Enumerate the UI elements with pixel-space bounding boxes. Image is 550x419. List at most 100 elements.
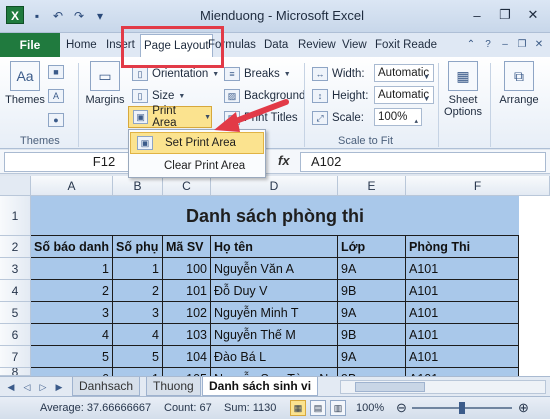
table-cell[interactable]: 3 (113, 302, 163, 324)
print-area-button[interactable]: ▣ Print Area ▼ (128, 105, 212, 129)
colors-button[interactable]: ■ (48, 63, 64, 81)
sheet-tab-danhsach[interactable]: Danhsach (72, 377, 141, 396)
collapse-ribbon-icon[interactable]: ⌃ (464, 37, 478, 51)
redo-icon[interactable]: ↷ (70, 7, 88, 25)
zoom-level[interactable]: 100% (356, 402, 384, 414)
column-header-f[interactable]: F (406, 176, 550, 196)
table-cell[interactable]: 3 (31, 302, 113, 324)
last-sheet-icon[interactable]: ▶ (52, 380, 66, 394)
page-break-view-icon[interactable]: ▥ (330, 400, 346, 416)
tab-file[interactable]: File (0, 33, 60, 57)
row-header[interactable]: 2 (0, 236, 31, 258)
column-header-d[interactable]: D (211, 176, 338, 196)
table-cell[interactable]: 2 (31, 280, 113, 302)
zoom-out-icon[interactable]: ⊖ (396, 400, 407, 416)
sheet-title-cell[interactable]: Danh sách phòng thi (31, 196, 519, 236)
prev-sheet-icon[interactable]: ◁ (20, 380, 34, 394)
table-cell[interactable]: 1 (113, 258, 163, 280)
close-button[interactable]: ✕ (520, 5, 546, 25)
tab-data[interactable]: Data (264, 33, 288, 57)
table-cell[interactable]: Đỗ Duy V (211, 280, 338, 302)
table-cell[interactable]: 9B (338, 324, 406, 346)
table-header-cell[interactable]: Số phụ (113, 236, 163, 258)
formula-input[interactable]: A102 (300, 152, 546, 172)
table-cell[interactable]: Nguyễn Thế M (211, 324, 338, 346)
scale-input[interactable]: 100% ▴ (374, 108, 422, 126)
tab-home[interactable]: Home (66, 33, 97, 57)
table-cell[interactable]: 102 (163, 302, 211, 324)
row-header[interactable]: 5 (0, 302, 31, 324)
table-cell[interactable]: 104 (163, 346, 211, 368)
table-cell[interactable]: Nguyễn Văn A (211, 258, 338, 280)
table-cell[interactable]: 101 (163, 280, 211, 302)
table-header-cell[interactable]: Mã SV (163, 236, 211, 258)
fonts-button[interactable]: A (48, 87, 64, 105)
row-header[interactable]: 1 (0, 196, 31, 236)
effects-button[interactable]: ● (48, 111, 64, 129)
table-cell[interactable]: 1 (31, 258, 113, 280)
normal-view-icon[interactable]: ▦ (290, 400, 306, 416)
clear-print-area-item[interactable]: Clear Print Area (130, 155, 264, 177)
fx-icon[interactable]: fx (278, 153, 290, 168)
height-select[interactable]: Automatic ▼ (374, 86, 434, 104)
row-header[interactable]: 7 (0, 346, 31, 368)
table-cell[interactable]: 4 (113, 324, 163, 346)
save-icon[interactable]: ▪ (28, 7, 46, 25)
page-layout-view-icon[interactable]: ▤ (310, 400, 326, 416)
close-icon[interactable]: ✕ (532, 37, 546, 51)
table-cell[interactable]: 5 (31, 346, 113, 368)
excel-app-icon[interactable]: X (6, 6, 24, 24)
table-cell[interactable]: 9A (338, 302, 406, 324)
min-icon[interactable]: – (498, 37, 512, 51)
first-sheet-icon[interactable]: ◀ (4, 380, 18, 394)
row-header[interactable]: 6 (0, 324, 31, 346)
table-cell[interactable]: A101 (406, 280, 519, 302)
table-cell[interactable]: 5 (113, 346, 163, 368)
select-all-corner[interactable] (0, 176, 31, 196)
table-header-cell[interactable]: Phòng Thi (406, 236, 519, 258)
tab-review[interactable]: Review (298, 33, 336, 57)
scroll-thumb[interactable] (355, 382, 425, 392)
themes-button[interactable]: Aa Themes (4, 61, 46, 106)
sheet-tab-danh-sach-sinh-vi[interactable]: Danh sách sinh vi (202, 377, 319, 396)
table-cell[interactable]: Nguyễn Minh T (211, 302, 338, 324)
table-header-cell[interactable]: Họ tên (211, 236, 338, 258)
row-header[interactable]: 4 (0, 280, 31, 302)
table-cell[interactable]: A101 (406, 258, 519, 280)
tab-view[interactable]: View (342, 33, 367, 57)
table-cell[interactable]: 100 (163, 258, 211, 280)
table-header-cell[interactable]: Số báo danh (31, 236, 113, 258)
table-header-cell[interactable]: Lớp (338, 236, 406, 258)
table-cell[interactable]: A101 (406, 324, 519, 346)
column-header-b[interactable]: B (113, 176, 163, 196)
undo-icon[interactable]: ↶ (49, 7, 67, 25)
width-select[interactable]: Automatic ▼ (374, 64, 434, 82)
size-button[interactable]: ▯ Size ▼ (132, 87, 185, 105)
table-cell[interactable]: Đào Bá L (211, 346, 338, 368)
breaks-button[interactable]: ≡ Breaks ▼ (224, 65, 291, 83)
margins-button[interactable]: ▭ Margins (84, 61, 126, 106)
arrange-button[interactable]: ⧉ Arrange (494, 61, 544, 106)
table-cell[interactable]: A101 (406, 346, 519, 368)
column-header-e[interactable]: E (338, 176, 406, 196)
help-icon[interactable]: ? (481, 37, 495, 51)
table-cell[interactable]: 4 (31, 324, 113, 346)
sheet-options-button[interactable]: ▦ Sheet Options (440, 61, 486, 118)
column-header-c[interactable]: C (163, 176, 211, 196)
minimize-button[interactable]: – (464, 5, 490, 25)
zoom-slider-thumb[interactable] (459, 402, 465, 414)
table-cell[interactable]: 9A (338, 346, 406, 368)
horizontal-scrollbar[interactable] (340, 380, 546, 394)
sheet-tab-thuong[interactable]: Thuong (146, 377, 201, 396)
restore-button[interactable]: ❐ (492, 5, 518, 25)
row-header[interactable]: 3 (0, 258, 31, 280)
column-header-a[interactable]: A (31, 176, 113, 196)
restore-icon[interactable]: ❐ (515, 37, 529, 51)
row-header[interactable]: 8 (0, 368, 31, 376)
zoom-in-icon[interactable]: ⊕ (518, 400, 529, 416)
table-cell[interactable]: 2 (113, 280, 163, 302)
next-sheet-icon[interactable]: ▷ (36, 380, 50, 394)
table-cell[interactable]: 9A (338, 258, 406, 280)
customize-qat-icon[interactable]: ▾ (91, 7, 109, 25)
table-cell[interactable]: 103 (163, 324, 211, 346)
